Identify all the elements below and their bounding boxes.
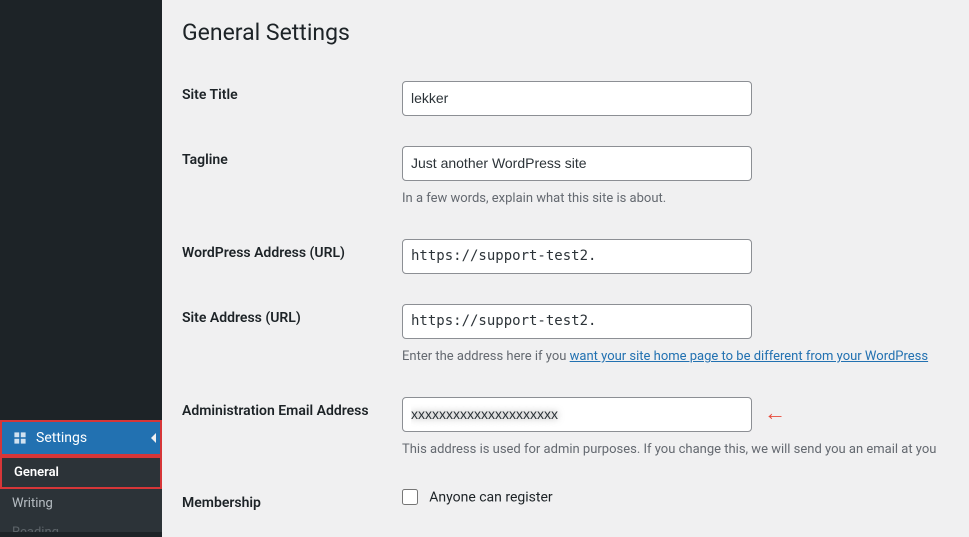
wp-url-label: WordPress Address (URL) bbox=[182, 245, 345, 261]
sidebar-subitem-writing[interactable]: Writing bbox=[0, 489, 162, 518]
settings-icon bbox=[12, 430, 28, 446]
arrow-right-icon bbox=[151, 433, 156, 443]
site-title-label: Site Title bbox=[182, 87, 238, 103]
annotation-arrow-icon: ← bbox=[764, 403, 786, 425]
membership-checkbox-wrapper[interactable]: Anyone can register bbox=[402, 490, 553, 505]
site-url-label: Site Address (URL) bbox=[182, 310, 301, 326]
site-url-description: Enter the address here if you want your … bbox=[402, 347, 949, 367]
admin-email-label: Administration Email Address bbox=[182, 403, 369, 419]
tagline-description: In a few words, explain what this site i… bbox=[402, 189, 949, 209]
page-title: General Settings bbox=[182, 10, 949, 66]
site-url-desc-prefix: Enter the address here if you bbox=[402, 349, 570, 364]
membership-checkbox[interactable] bbox=[402, 489, 418, 505]
site-url-input[interactable] bbox=[402, 304, 752, 339]
admin-email-description: This address is used for admin purposes.… bbox=[402, 440, 949, 460]
admin-sidebar: Settings General Writing Reading bbox=[0, 0, 162, 537]
membership-checkbox-label: Anyone can register bbox=[429, 489, 552, 505]
sidebar-subitem-reading[interactable]: Reading bbox=[0, 518, 162, 532]
settings-form-table: Site Title Tagline In a few words, expla… bbox=[182, 66, 949, 537]
admin-email-input[interactable] bbox=[402, 397, 752, 432]
sidebar-item-settings[interactable]: Settings bbox=[0, 420, 162, 456]
sidebar-subitem-general[interactable]: General bbox=[0, 456, 162, 489]
main-content: General Settings Site Title Tagline In a… bbox=[162, 0, 969, 537]
wp-url-input[interactable] bbox=[402, 239, 752, 274]
tagline-label: Tagline bbox=[182, 152, 228, 168]
sidebar-item-label: Settings bbox=[36, 430, 87, 446]
tagline-input[interactable] bbox=[402, 146, 752, 181]
site-url-desc-link[interactable]: want your site home page to be different… bbox=[570, 349, 928, 364]
sidebar-submenu: General Writing Reading bbox=[0, 456, 162, 532]
site-title-input[interactable] bbox=[402, 81, 752, 116]
membership-label: Membership bbox=[182, 495, 261, 511]
